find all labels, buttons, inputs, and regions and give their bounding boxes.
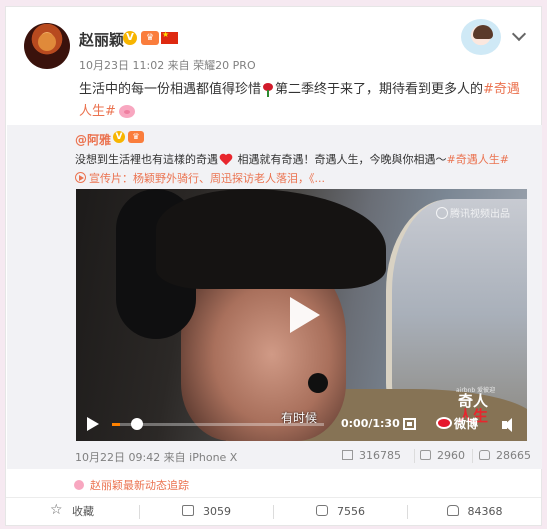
control-play-icon[interactable] [87,417,99,431]
divider [472,449,473,463]
decoration-avatar-icon [459,17,503,57]
video-time: 0:00/1:30 [341,417,400,430]
like-icon [479,450,490,460]
weibo-watermark: 微博 [436,415,478,432]
favorite-label: 收藏 [72,505,94,518]
repost-count-value: 316785 [359,449,401,462]
comment-count-value: 2960 [437,449,465,462]
avatar[interactable] [24,23,70,69]
flower-icon [74,480,84,490]
repost-icon [342,450,353,460]
promo-link[interactable]: 宣传片：杨颖野外骑行、周迅探访老人落泪，《... [75,169,325,189]
repost-box: @阿雅 V ♛ 没想到生活裡也有這樣的奇遇 相遇就有奇遇！奇遇人生，今晚與你相遇… [7,125,542,469]
like-count[interactable]: 28665 [479,449,531,462]
comment-button-count: 7556 [337,505,365,518]
username[interactable]: 赵丽颖 [79,29,124,50]
play-button[interactable] [284,297,320,333]
repost-text-b: 相遇就有奇遇！奇遇人生，今晚與你相遇～ [237,153,447,166]
post-text-cont: 第二季终于来了，期待看到更多人的 [275,82,484,97]
repost-text-a: 没想到生活裡也有這樣的奇遇 [75,153,218,166]
progress-knob[interactable] [131,418,143,430]
video-frame-mic [308,373,328,393]
video-player[interactable]: 腾讯视频出品 airbnb 爱彼迎 奇人 人生 有时候 0:00/1:30 微博 [76,189,527,441]
progress-fill [112,423,121,426]
follow-tracking-text: 赵丽颖最新动态追踪 [90,479,189,492]
repost-count[interactable]: 316785 [342,449,401,462]
verified-badge-icon: V [123,31,137,45]
fullscreen-icon[interactable] [403,418,416,430]
crown-badge-icon: ♛ [128,131,144,143]
repost-icon [182,505,194,516]
divider [414,449,415,463]
video-link-icon [75,172,86,183]
heart-icon [219,154,233,166]
verified-badge-icon: V [113,131,125,143]
repost-username[interactable]: @阿雅 [75,131,111,148]
like-icon [446,505,459,516]
watermark-text: 腾讯视频出品 [450,209,510,220]
repost-text: 没想到生活裡也有這樣的奇遇 相遇就有奇遇！奇遇人生，今晚與你相遇～#奇遇人生# [75,150,531,170]
repost-meta: 10月22日 09:42 来自 iPhone X [75,451,238,464]
like-button-count: 84368 [467,505,503,518]
star-icon [50,500,63,520]
volume-icon[interactable] [502,418,518,432]
repost-button[interactable]: 3059 [140,498,273,527]
repost-button-count: 3059 [203,505,231,518]
china-flag-icon [161,30,178,44]
comment-button[interactable]: 7556 [274,498,407,527]
comment-icon [316,505,328,516]
weibo-post-card: 赵丽颖 V ♛ 10月23日 11:02 来自 荣耀20 PRO 生活中的每一份… [5,6,542,526]
crown-badge-icon: ♛ [141,31,159,45]
promo-text: 宣传片：杨颖野外骑行、周迅探访老人落泪，《... [89,172,325,185]
video-frame-hair [156,189,386,289]
chevron-down-icon[interactable] [511,26,527,42]
video-watermark: 腾讯视频出品 [436,205,510,220]
pig-emoji-icon [118,105,135,118]
repost-hashtag-link[interactable]: #奇遇人生# [447,153,509,166]
action-bar: 收藏 3059 7556 84368 [6,497,541,526]
rose-icon [262,82,274,97]
weibo-watermark-text: 微博 [454,417,479,431]
progress-bar[interactable] [112,423,324,426]
post-meta: 10月23日 11:02 来自 荣耀20 PRO [79,59,256,72]
post-text: 生活中的每一份相遇都值得珍惜 第二季终于来了，期待看到更多人的#奇遇人生# [79,79,525,123]
favorite-button[interactable]: 收藏 [6,498,139,527]
post-text-main: 生活中的每一份相遇都值得珍惜 [79,82,262,97]
follow-tracking-link[interactable]: 赵丽颖最新动态追踪 [74,477,189,493]
like-count-value: 28665 [496,449,531,462]
weibo-logo-icon [436,417,452,429]
comment-icon [420,450,431,460]
like-button[interactable]: 84368 [408,498,541,527]
comment-count[interactable]: 2960 [420,449,465,462]
tencent-video-icon [436,207,448,219]
